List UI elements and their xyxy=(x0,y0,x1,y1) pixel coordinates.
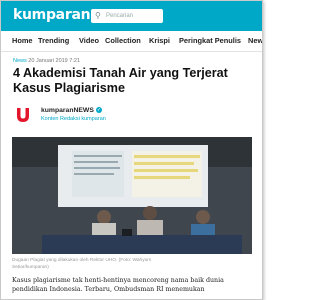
nav-item-peringkat-penulis[interactable]: Peringkat Penulis xyxy=(179,36,241,45)
nav-item-trending[interactable]: Trending xyxy=(38,36,69,45)
nav-item-video[interactable]: Video xyxy=(79,36,99,45)
search-input[interactable]: ⚲ Pencarian xyxy=(91,9,163,23)
browser-frame: kumparan ⚲ Pencarian Home Trending Video… xyxy=(0,0,263,300)
photo-caption-line: Dugaan Plagiat yang dilakukan oleh Rekto… xyxy=(12,258,152,263)
author-name[interactable]: kumparanNEWS ✓ xyxy=(41,107,102,114)
nav-item-news[interactable]: News xyxy=(248,36,262,45)
article-title-line: 4 Akademisi Tanah Air yang Terjerat xyxy=(13,66,228,80)
search-placeholder: Pencarian xyxy=(106,13,134,19)
nav-item-collection[interactable]: Collection xyxy=(105,36,141,45)
verified-badge-icon: ✓ xyxy=(95,107,102,113)
article-photo xyxy=(12,137,252,254)
article-body: Kasus plagiarisme tak henti-hentinya men… xyxy=(12,276,256,294)
nav-item-home[interactable]: Home xyxy=(12,36,33,45)
article-title-line: Kasus Plagiarisme xyxy=(13,81,126,95)
main-nav: Home Trending Video Collection Krispi Pe… xyxy=(1,31,262,52)
article-category[interactable]: News xyxy=(13,58,27,64)
nav-item-krispi[interactable]: Krispi xyxy=(149,36,170,45)
author-name-text: kumparanNEWS xyxy=(41,107,94,114)
author-avatar[interactable] xyxy=(13,105,33,125)
article-meta: News 20 Januari 2019 7:21 xyxy=(13,58,80,64)
photo-caption: Dugaan Plagiat yang dilakukan oleh Rekto… xyxy=(12,257,212,271)
author-role: Konten Redaksi kumparan xyxy=(41,116,106,122)
top-bar: kumparan ⚲ Pencarian xyxy=(1,1,262,31)
article-title: 4 Akademisi Tanah Air yang Terjerat Kasu… xyxy=(13,66,253,96)
article-date: 20 Januari 2019 7:21 xyxy=(28,58,80,64)
photo-caption-line: Setiar/kumparan) xyxy=(12,265,49,270)
article-body-line: pendidikan Indonesia. Terbaru, Ombudsman… xyxy=(12,286,205,293)
search-icon: ⚲ xyxy=(95,11,101,20)
article-body-line: Kasus plagiarisme tak henti-hentinya men… xyxy=(12,277,224,284)
kumparan-logo[interactable]: kumparan xyxy=(13,7,91,23)
